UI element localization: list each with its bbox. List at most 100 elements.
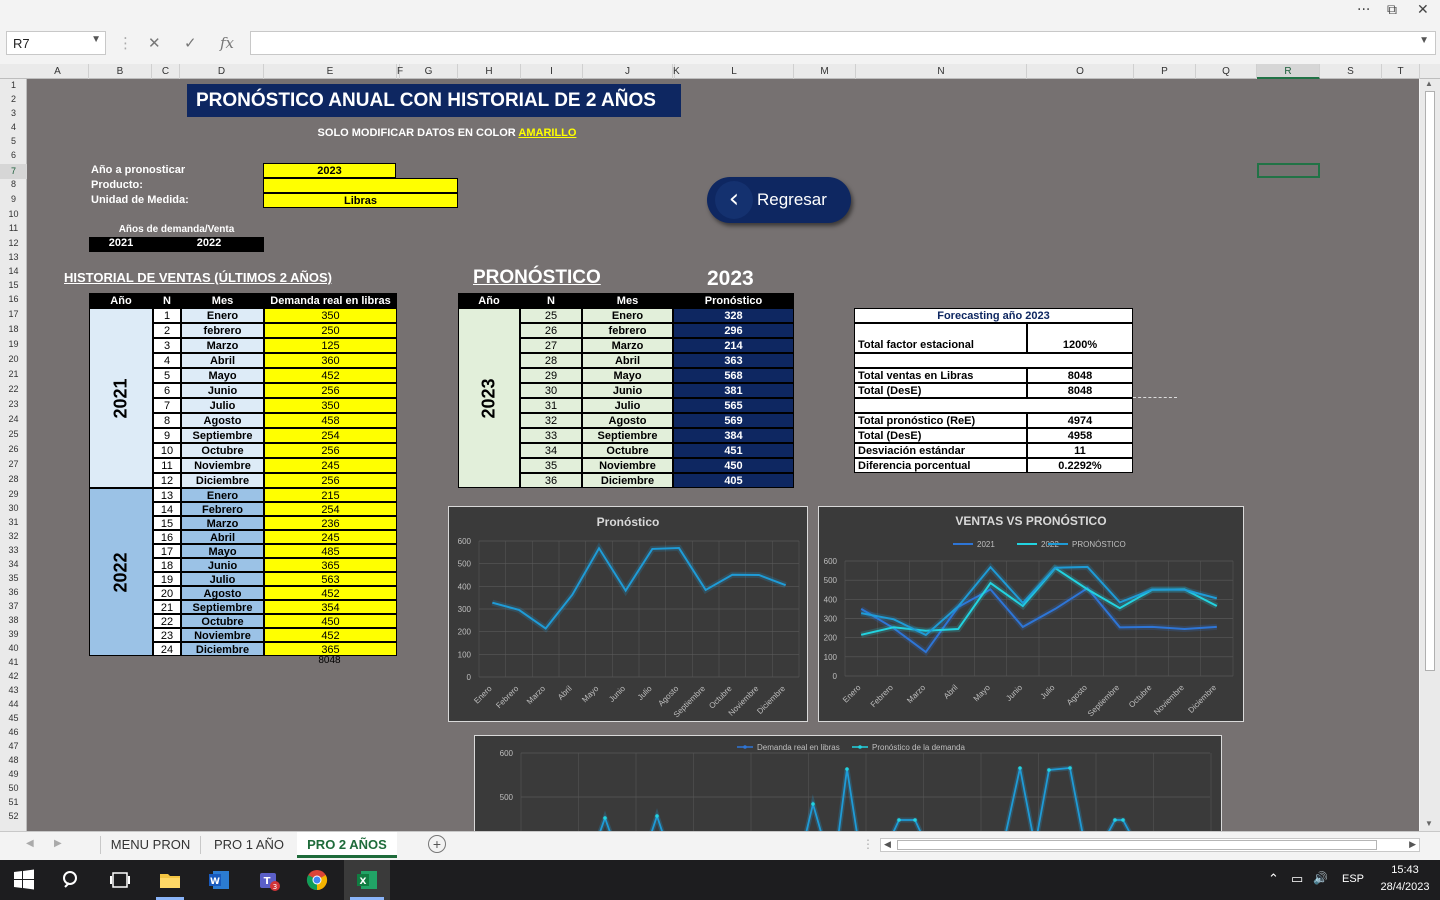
table-cell-n[interactable]: 18 bbox=[153, 558, 181, 572]
word-icon[interactable]: W bbox=[207, 868, 231, 892]
summary-value[interactable]: 11 bbox=[1027, 443, 1133, 458]
clock-time[interactable]: 15:43 bbox=[1378, 864, 1432, 876]
table-cell-demand[interactable]: 452 bbox=[264, 586, 397, 600]
table-cell-n[interactable]: 6 bbox=[153, 383, 181, 398]
table-cell-month[interactable]: Octubre bbox=[181, 614, 264, 628]
table-cell-n[interactable]: 23 bbox=[153, 628, 181, 642]
table-cell-forecast[interactable]: 405 bbox=[673, 473, 794, 488]
table-cell-month[interactable]: Septiembre bbox=[181, 428, 264, 443]
row-header[interactable]: 43 bbox=[0, 685, 27, 695]
table-cell-month[interactable]: Enero bbox=[582, 308, 673, 323]
table-cell-month[interactable]: Marzo bbox=[181, 516, 264, 530]
table-cell-demand[interactable]: 365 bbox=[264, 642, 397, 656]
name-box[interactable]: R7 ▼ bbox=[6, 31, 106, 55]
table-cell-demand[interactable]: 256 bbox=[264, 473, 397, 488]
row-header[interactable]: 7 bbox=[0, 164, 27, 179]
row-header[interactable]: 19 bbox=[0, 339, 27, 349]
chrome-icon[interactable] bbox=[305, 868, 329, 892]
table-cell-demand[interactable]: 256 bbox=[264, 443, 397, 458]
row-header[interactable]: 50 bbox=[0, 783, 27, 793]
row-header[interactable]: 22 bbox=[0, 384, 27, 394]
table-cell-demand[interactable]: 360 bbox=[264, 353, 397, 368]
row-header[interactable]: 34 bbox=[0, 559, 27, 569]
column-header[interactable]: G bbox=[400, 64, 458, 79]
table-cell-n[interactable]: 30 bbox=[520, 383, 582, 398]
table-cell-demand[interactable]: 563 bbox=[264, 572, 397, 586]
summary-value[interactable]: 1200% bbox=[1027, 323, 1133, 353]
chart-pronostico[interactable]: Pronóstico 0 100 200 300 400 500 600 Enero Febre… bbox=[448, 506, 808, 722]
row-header[interactable]: 2 bbox=[0, 94, 27, 104]
table-cell-demand[interactable]: 250 bbox=[264, 323, 397, 338]
row-header[interactable]: 42 bbox=[0, 671, 27, 681]
chart-demanda[interactable]: 500 600 Demanda real en libras Pronóstico d… bbox=[474, 735, 1222, 831]
table-cell-month[interactable]: Noviembre bbox=[181, 628, 264, 642]
row-header[interactable]: 3 bbox=[0, 108, 27, 118]
row-header[interactable]: 26 bbox=[0, 444, 27, 454]
horizontal-scrollbar[interactable]: ◀ ▶ bbox=[880, 838, 1420, 852]
table-cell-month[interactable]: Febrero bbox=[181, 502, 264, 516]
row-header[interactable]: 44 bbox=[0, 699, 27, 709]
scroll-thumb[interactable] bbox=[897, 840, 1377, 850]
row-header[interactable]: 5 bbox=[0, 136, 27, 146]
table-cell-n[interactable]: 32 bbox=[520, 413, 582, 428]
row-header[interactable]: 38 bbox=[0, 615, 27, 625]
row-header[interactable]: 9 bbox=[0, 194, 27, 204]
prev-sheet-icon[interactable]: ◀ bbox=[26, 838, 34, 849]
row-header[interactable]: 12 bbox=[0, 238, 27, 248]
file-explorer-icon[interactable] bbox=[158, 868, 182, 892]
row-header[interactable]: 17 bbox=[0, 309, 27, 319]
summary-value[interactable]: 4958 bbox=[1027, 428, 1133, 443]
table-cell-forecast[interactable]: 568 bbox=[673, 368, 794, 383]
teams-icon[interactable]: T3 bbox=[256, 868, 280, 892]
table-cell-demand[interactable]: 254 bbox=[264, 502, 397, 516]
table-cell-n[interactable]: 15 bbox=[153, 516, 181, 530]
table-cell-demand[interactable]: 452 bbox=[264, 368, 397, 383]
row-header[interactable]: 16 bbox=[0, 294, 27, 304]
row-header[interactable]: 30 bbox=[0, 503, 27, 513]
table-cell-month[interactable]: Agosto bbox=[582, 413, 673, 428]
scroll-down-icon[interactable]: ▼ bbox=[1425, 819, 1433, 828]
table-cell-forecast[interactable]: 451 bbox=[673, 443, 794, 458]
table-cell-n[interactable]: 27 bbox=[520, 338, 582, 353]
row-header[interactable]: 25 bbox=[0, 429, 27, 439]
table-cell-month[interactable]: Mayo bbox=[181, 368, 264, 383]
formula-input[interactable]: ▼ bbox=[250, 31, 1436, 55]
table-cell-n[interactable]: 24 bbox=[153, 642, 181, 656]
table-cell-n[interactable]: 36 bbox=[520, 473, 582, 488]
column-header[interactable]: E bbox=[264, 64, 397, 79]
table-cell-demand[interactable]: 236 bbox=[264, 516, 397, 530]
table-cell-forecast[interactable]: 384 bbox=[673, 428, 794, 443]
column-header[interactable]: A bbox=[27, 64, 89, 79]
table-cell-month[interactable]: Agosto bbox=[181, 413, 264, 428]
row-header[interactable]: 4 bbox=[0, 122, 27, 132]
table-cell-n[interactable]: 16 bbox=[153, 530, 181, 544]
row-header[interactable]: 31 bbox=[0, 517, 27, 527]
table-cell-n[interactable]: 22 bbox=[153, 614, 181, 628]
windows-start-icon[interactable] bbox=[12, 868, 36, 892]
row-header[interactable]: 32 bbox=[0, 531, 27, 541]
summary-value[interactable]: 4974 bbox=[1027, 413, 1133, 428]
tab-pro-1-ano[interactable]: PRO 1 AÑO bbox=[203, 832, 295, 858]
table-cell-month[interactable]: Junio bbox=[181, 383, 264, 398]
table-cell-month[interactable]: Julio bbox=[181, 398, 264, 413]
table-cell-forecast[interactable]: 450 bbox=[673, 458, 794, 473]
table-cell-n[interactable]: 1 bbox=[153, 308, 181, 323]
table-cell-demand[interactable]: 254 bbox=[264, 428, 397, 443]
table-cell-month[interactable]: Octubre bbox=[582, 443, 673, 458]
row-header[interactable]: 18 bbox=[0, 324, 27, 334]
row-header[interactable]: 45 bbox=[0, 713, 27, 723]
column-header[interactable]: M bbox=[794, 64, 856, 79]
column-header[interactable]: H bbox=[458, 64, 521, 79]
row-header[interactable]: 28 bbox=[0, 474, 27, 484]
table-cell-month[interactable]: Octubre bbox=[181, 443, 264, 458]
table-cell-n[interactable]: 25 bbox=[520, 308, 582, 323]
restore-window-icon[interactable]: ⧉ bbox=[1387, 2, 1397, 18]
row-header[interactable]: 27 bbox=[0, 459, 27, 469]
row-header[interactable]: 37 bbox=[0, 601, 27, 611]
chevron-down-icon[interactable]: ▼ bbox=[1419, 35, 1429, 46]
excel-icon[interactable]: X bbox=[355, 868, 379, 892]
table-cell-month[interactable]: Septiembre bbox=[181, 600, 264, 614]
table-cell-month[interactable]: Septiembre bbox=[582, 428, 673, 443]
column-header[interactable]: O bbox=[1027, 64, 1134, 79]
selected-cell[interactable] bbox=[1257, 163, 1320, 178]
